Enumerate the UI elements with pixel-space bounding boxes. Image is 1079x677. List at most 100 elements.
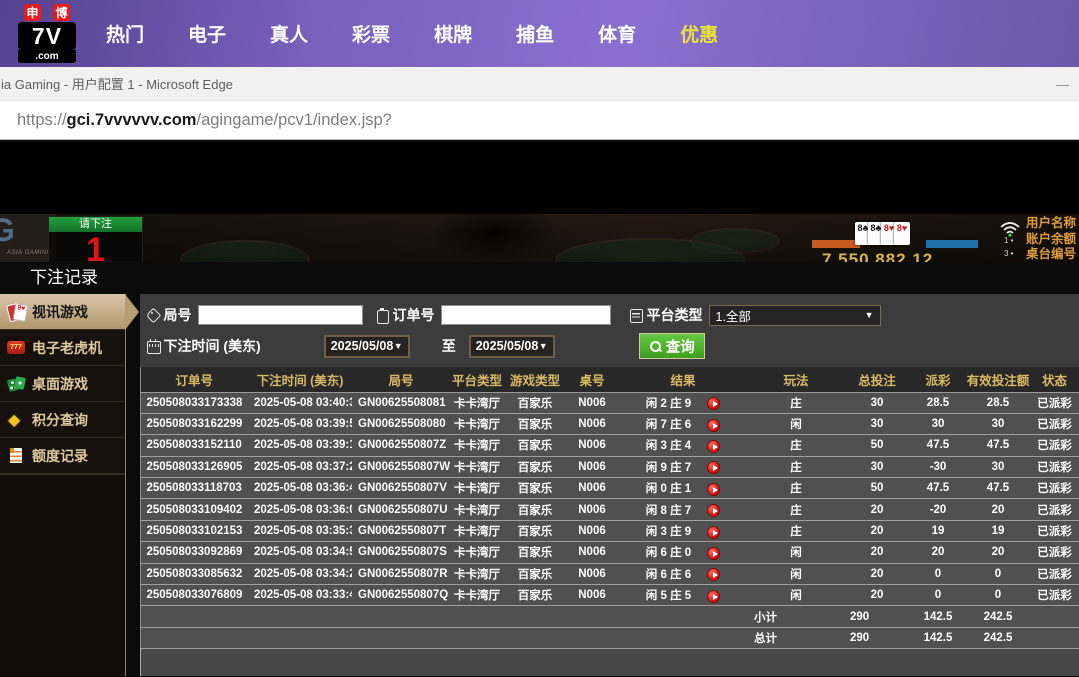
cell-status: 已派彩 <box>1030 520 1079 543</box>
account-label: 桌台编号 <box>1026 247 1077 261</box>
cell-round_no: GN0062550807Z <box>352 434 450 457</box>
cell-table_no: N006 <box>566 434 618 457</box>
order-label: 订单号 <box>392 307 435 323</box>
replay-play-button[interactable] <box>707 504 721 518</box>
nav-item[interactable]: 彩票 <box>352 20 390 47</box>
cell-total_bet: 30 <box>844 456 910 479</box>
platform-label: 平台类型 <box>646 307 703 323</box>
poker-cards: 8♣ 8♣ 8♥ 8♥ <box>855 222 910 245</box>
cell-round_no: GN0062550807S <box>352 541 450 564</box>
player-bar <box>926 240 978 248</box>
cell-order_no: 250508033126905 <box>140 456 248 479</box>
to-label: 至 <box>441 338 456 354</box>
dice-icon <box>7 374 26 393</box>
nav-item[interactable]: 棋牌 <box>434 20 472 47</box>
chevron-down-icon: ▼ <box>864 310 874 320</box>
sidebar-item[interactable]: 电子老虎机 <box>0 330 125 366</box>
sidebar-item[interactable]: 视讯游戏 <box>0 294 139 330</box>
cell-table_no: N006 <box>566 392 618 414</box>
replay-play-button[interactable] <box>707 461 721 475</box>
round-label: 局号 <box>163 307 192 323</box>
date-to-picker[interactable]: 2025/05/08 ▼ <box>468 334 555 358</box>
nav-item[interactable]: 体育 <box>598 20 636 47</box>
cell-bet_type: 闲 <box>748 563 844 586</box>
cell-bet_type: 闲 <box>748 541 844 564</box>
replay-play-button[interactable] <box>707 546 721 560</box>
live-video-strip: G ASIA GAMING 请下注 1 8♣ 8♣ 8♥ 8♥ 7,550,882.1… <box>0 214 1079 262</box>
table-footer-area <box>139 649 1079 676</box>
cell-bet_time: 2025-05-08 03:35:32 <box>248 520 352 543</box>
cell-valid_bet: 47.5 <box>966 434 1030 457</box>
replay-play-button[interactable] <box>707 525 721 539</box>
cards-icon <box>7 302 26 321</box>
cell-valid_bet: 20 <box>966 541 1030 564</box>
cell-order_no: 250508033092869 <box>140 541 248 564</box>
cell-status: 已派彩 <box>1030 541 1079 564</box>
address-bar[interactable]: https://gci.7vvvvvv.com/agingame/pcv1/in… <box>0 100 1079 140</box>
cell-game_type: 百家乐 <box>504 498 566 521</box>
cell-status: 已派彩 <box>1030 477 1079 500</box>
minimize-button[interactable]: — <box>1056 77 1069 92</box>
cell-bet_type: 庄 <box>748 434 844 457</box>
cell-bet_time: 2025-05-08 03:36:48 <box>248 477 352 500</box>
sidebar-item[interactable]: 额度记录 <box>0 438 125 474</box>
total-payout: 142.5 <box>910 605 966 628</box>
nav-item[interactable]: 优惠 <box>680 20 718 47</box>
cell-round_no: GN0062550807W <box>352 456 450 479</box>
replay-play-button[interactable] <box>707 568 721 582</box>
bet-status-label: 请下注 <box>49 217 142 232</box>
replay-play-button[interactable] <box>707 397 721 411</box>
cell-valid_bet: 0 <box>966 563 1030 586</box>
sidebar-item[interactable]: 桌面游戏 <box>0 366 125 402</box>
cell-result: 闲 7 庄 6 <box>618 413 748 436</box>
cell-platform: 卡卡湾厅 <box>450 413 504 436</box>
window-title: ia Gaming - 用户配置 1 - Microsoft Edge <box>1 77 233 92</box>
cell-round_no: GN0062550807U <box>352 498 450 521</box>
search-button[interactable]: 查询 <box>638 333 705 359</box>
cell-round_no: GN0062550807T <box>352 520 450 543</box>
nav-item[interactable]: 真人 <box>270 20 308 47</box>
date-from-picker[interactable]: 2025/05/08 ▼ <box>323 334 410 358</box>
table-header-row: 订单号 下注时间 (美东) 局号 平台类型 游戏类型 桌号 结果 玩法 总投注 派彩 有效投注额 状态 <box>140 367 1079 393</box>
replay-play-button[interactable] <box>707 418 721 432</box>
table-row: 250508033162299 2025-05-08 03:39:55 GN0062… <box>140 413 1079 436</box>
cell-table_no: N006 <box>566 477 618 500</box>
cell-bet_type: 庄 <box>748 520 844 543</box>
total-payout: 142.5 <box>910 627 966 650</box>
cell-result: 闲 6 庄 6 <box>618 563 748 586</box>
cell-result: 闲 6 庄 0 <box>618 541 748 564</box>
site-logo[interactable]: 申 博 7V .com <box>16 4 78 63</box>
tag-icon <box>146 308 160 322</box>
cell-bet_time: 2025-05-08 03:34:51 <box>248 541 352 564</box>
cell-bet_time: 2025-05-08 03:34:20 <box>248 563 352 586</box>
poker-card: 8♥ <box>894 222 910 245</box>
platform-select[interactable]: 1.全部 ▼ <box>708 304 881 326</box>
round-input[interactable] <box>197 305 363 325</box>
cell-payout: 28.5 <box>910 392 966 414</box>
nav-item[interactable]: 捕鱼 <box>516 20 554 47</box>
cell-order_no: 250508033173338 <box>140 392 248 414</box>
sidebar-item[interactable]: 积分查询 <box>0 402 125 438</box>
cell-result: 闲 9 庄 7 <box>618 456 748 479</box>
main-area: 视讯游戏电子老虎机桌面游戏积分查询额度记录 局号 订单号 平台类型 1.全部 ▼… <box>0 294 1079 676</box>
replay-play-button[interactable] <box>707 589 721 603</box>
cell-status: 已派彩 <box>1030 456 1079 479</box>
cell-game_type: 百家乐 <box>504 520 566 543</box>
page-title: 下注记录 <box>0 262 1079 294</box>
column-header: 订单号 <box>140 367 248 393</box>
logo-sub: .com <box>18 50 76 63</box>
nav-item[interactable]: 热门 <box>106 20 144 47</box>
url-prefix: https:// <box>17 110 67 129</box>
replay-play-button[interactable] <box>707 482 721 496</box>
total-valid_bet: 242.5 <box>966 605 1030 628</box>
cell-valid_bet: 47.5 <box>966 477 1030 500</box>
cell-table_no: N006 <box>566 584 618 607</box>
replay-play-button[interactable] <box>707 439 721 453</box>
cell-bet_type: 庄 <box>748 456 844 479</box>
url-domain: gci.7vvvvvv.com <box>66 110 197 129</box>
cell-total_bet: 20 <box>844 563 910 586</box>
cell-platform: 卡卡湾厅 <box>450 477 504 500</box>
order-input[interactable] <box>440 305 611 325</box>
sidebar-filler <box>0 474 125 676</box>
nav-item[interactable]: 电子 <box>188 20 226 47</box>
